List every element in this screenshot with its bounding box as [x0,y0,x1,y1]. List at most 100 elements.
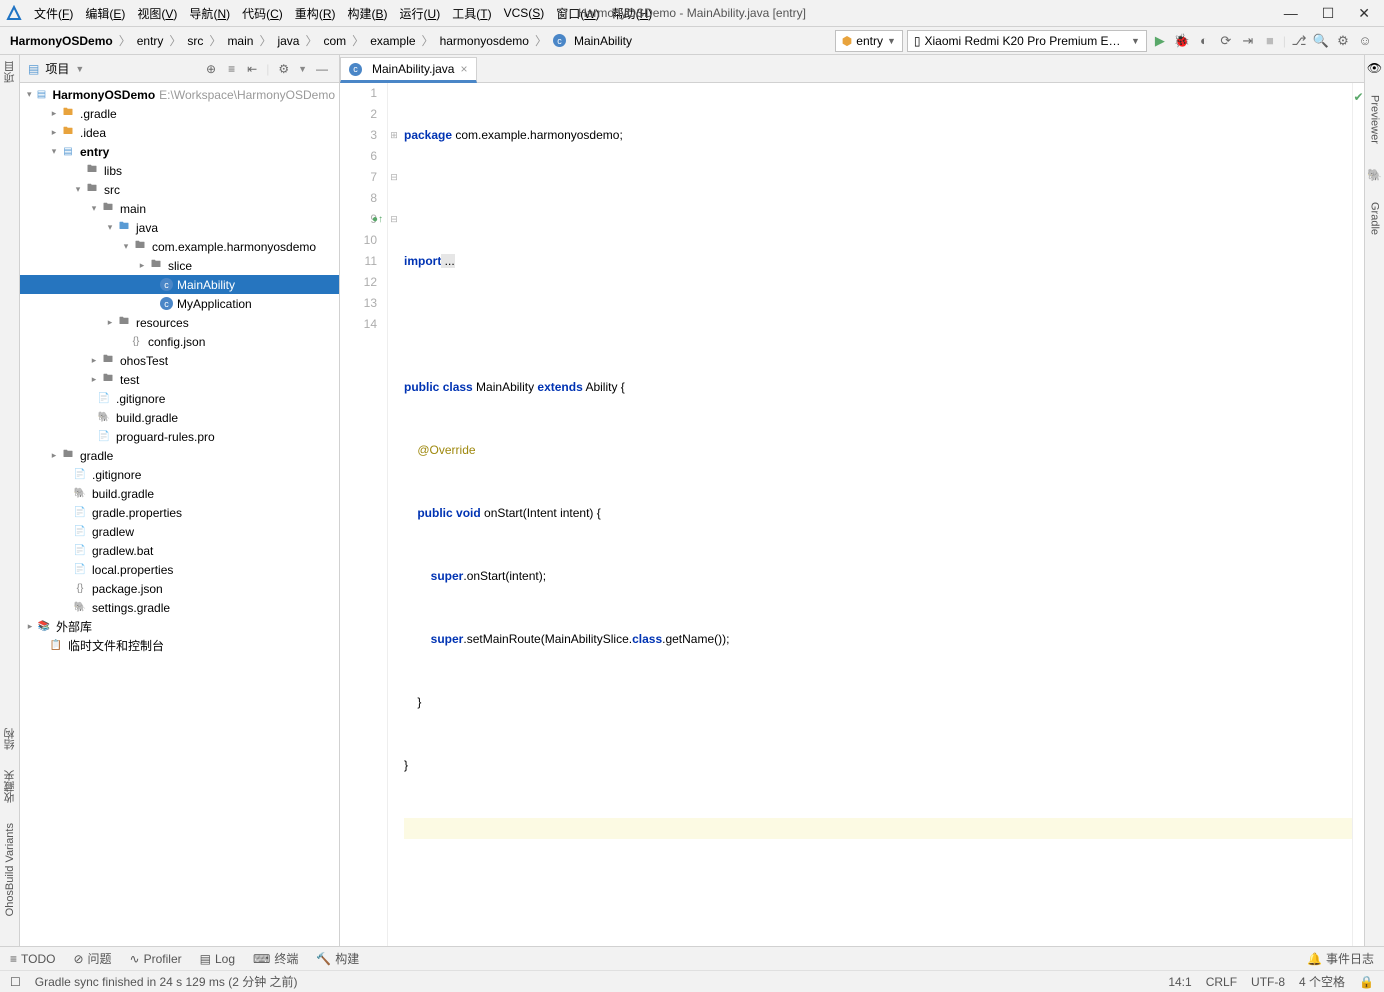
window-maximize-icon[interactable]: ☐ [1322,5,1335,22]
tree-item[interactable]: ▾🖿main [20,199,339,218]
status-indent[interactable]: 4 个空格 [1299,973,1345,990]
project-view-title[interactable]: 项目 [45,60,69,77]
breadcrumb-item[interactable]: entry [137,34,164,48]
tree-item[interactable]: 📄gradlew [20,522,339,541]
settings-gear-icon[interactable]: ⚙ [275,62,292,76]
editor-tab[interactable]: c MainAbility.java × [340,57,477,83]
close-tab-icon[interactable]: × [460,62,467,76]
search-button-icon[interactable]: 🔍 [1312,33,1330,49]
previewer-icon[interactable]: 👁 [1367,61,1382,75]
tree-item[interactable]: ▾🖿com.example.harmonyosdemo [20,237,339,256]
gradle-icon[interactable]: 🐘 [1367,168,1382,182]
tree-item[interactable]: ▸🖿slice [20,256,339,275]
tree-item[interactable]: cMyApplication [20,294,339,313]
toolwin-terminal-button[interactable]: ⌨ 终端 [253,950,298,967]
status-lock-icon[interactable]: 🔒 [1359,975,1374,989]
tree-item[interactable]: 🐘build.gradle [20,408,339,427]
toolwin-previewer-button[interactable]: Previewer [1369,95,1381,144]
project-tree[interactable]: ▾▤ HarmonyOSDemoE:\Workspace\HarmonyOSDe… [20,83,339,946]
breadcrumb-item[interactable]: HarmonyOSDemo [10,34,113,48]
menu-tools[interactable]: 工具(T) [446,5,497,22]
tree-item[interactable]: ▸🖿.gradle [20,104,339,123]
tree-item-selected[interactable]: cMainAbility [20,275,339,294]
toolwin-todo-button[interactable]: ≡ TODO [10,952,55,966]
vcs-button-icon[interactable]: ⎇ [1290,33,1308,49]
tree-item[interactable]: ▸🖿gradle [20,446,339,465]
tree-item[interactable]: 📄local.properties [20,560,339,579]
menu-file[interactable]: 文件(F) [28,5,79,22]
debug-button-icon[interactable]: 🐞 [1173,33,1191,49]
toolwin-problems-button[interactable]: ⊘ 问题 [73,950,111,967]
status-encoding[interactable]: UTF-8 [1251,975,1285,989]
error-stripe[interactable]: ✔ [1352,83,1364,946]
breadcrumb-item[interactable]: MainAbility [574,34,632,48]
collapse-all-icon[interactable]: ⇤ [244,62,260,76]
toolwin-build-button[interactable]: 🔨 构建 [316,950,359,967]
device-selector[interactable]: ▯ Xiaomi Redmi K20 Pro Premium Edition▼ [907,30,1147,52]
hide-icon[interactable]: — [313,62,331,76]
tree-item[interactable]: ▸🖿test [20,370,339,389]
profile-button-icon[interactable]: ⟳ [1217,33,1235,49]
dropdown-arrow-icon[interactable]: ▼ [75,64,84,74]
menu-run[interactable]: 运行(U) [394,5,447,22]
breadcrumb-item[interactable]: main [227,34,253,48]
breadcrumb-item[interactable]: example [370,34,415,48]
breadcrumb-item[interactable]: harmonyosdemo [440,34,529,48]
tree-item[interactable]: 🐘build.gradle [20,484,339,503]
menu-view[interactable]: 视图(V) [131,5,183,22]
toolwin-log-button[interactable]: ▤ Log [200,952,235,966]
tree-item[interactable]: ▸🖿resources [20,313,339,332]
tree-item[interactable]: 📄gradlew.bat [20,541,339,560]
run-button-icon[interactable]: ▶ [1151,33,1169,49]
stop-button-icon[interactable]: ■ [1261,33,1279,48]
status-icon[interactable]: ☐ [10,975,21,989]
breadcrumb-item[interactable]: src [187,34,203,48]
breadcrumb-item[interactable]: java [277,34,299,48]
tree-item[interactable]: ▸📚外部库 [20,617,339,636]
tree-item[interactable]: {}config.json [20,332,339,351]
tree-root[interactable]: ▾▤ HarmonyOSDemoE:\Workspace\HarmonyOSDe… [20,85,339,104]
menu-code[interactable]: 代码(C) [236,5,289,22]
tree-item[interactable]: 📄gradle.properties [20,503,339,522]
tree-item[interactable]: 🖿libs [20,161,339,180]
override-gutter-icon[interactable]: ●↑ [372,209,383,230]
window-close-icon[interactable]: ✕ [1358,5,1370,22]
run-config-selector[interactable]: ⬢ entry▼ [835,30,903,52]
select-file-icon[interactable]: ⊕ [203,62,219,76]
toolwin-favorites-button[interactable]: 收藏夹 [2,770,18,803]
tree-item[interactable]: ▾▤entry [20,142,339,161]
status-line-ending[interactable]: CRLF [1206,975,1237,989]
toolwin-eventlog-button[interactable]: 🔔 事件日志 [1307,950,1374,967]
toolwin-profiler-button[interactable]: ∿ Profiler [130,952,182,966]
status-caret-position[interactable]: 14:1 [1168,975,1191,989]
tree-item[interactable]: ▾🖿src [20,180,339,199]
toolwin-structure-button[interactable]: 结构 [2,728,18,750]
expand-all-icon[interactable]: ≡ [225,62,238,76]
toolwin-gradle-button[interactable]: Gradle [1369,202,1381,235]
settings-button-icon[interactable]: ⚙ [1334,33,1352,49]
tree-item[interactable]: ▸🖿ohosTest [20,351,339,370]
account-button-icon[interactable]: ☺ [1356,33,1374,48]
menu-refactor[interactable]: 重构(R) [289,5,342,22]
tree-item[interactable]: 📄.gitignore [20,389,339,408]
menu-build[interactable]: 构建(B) [341,5,393,22]
breadcrumb-item[interactable]: com [324,34,347,48]
tree-item[interactable]: ▾🖿java [20,218,339,237]
coverage-button-icon[interactable]: ◐ [1195,33,1213,48]
window-minimize-icon[interactable]: — [1284,5,1298,21]
toolwin-project-button[interactable]: 项目 [2,61,18,83]
tree-item[interactable]: ▸🖿.idea [20,123,339,142]
attach-button-icon[interactable]: ⇥ [1239,33,1257,49]
toolwin-variants-button[interactable]: OhosBuild Variants [4,823,16,916]
tree-item[interactable]: 🐘settings.gradle [20,598,339,617]
menu-vcs[interactable]: VCS(S) [498,6,551,20]
tree-item[interactable]: 📋临时文件和控制台 [20,636,339,655]
tree-item[interactable]: 📄.gitignore [20,465,339,484]
menu-nav[interactable]: 导航(N) [183,5,236,22]
menu-edit[interactable]: 编辑(E) [79,5,131,22]
fold-gutter[interactable]: ⊞⊟⊟ [388,83,400,946]
code-editor[interactable]: 1 2 3 6 7 8 ●↑9 10 11 12 13 14 ⊞⊟⊟ packa… [340,83,1364,946]
status-ok-icon: ✔ [1353,87,1364,108]
tree-item[interactable]: 📄proguard-rules.pro [20,427,339,446]
tree-item[interactable]: {}package.json [20,579,339,598]
